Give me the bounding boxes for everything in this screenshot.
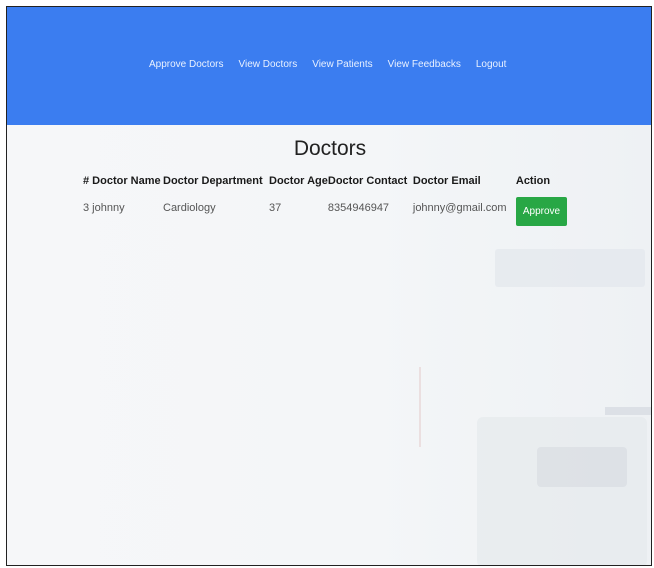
header-doctor-name: # Doctor Name xyxy=(83,175,161,187)
doctor-id-name: 3 johnny xyxy=(83,202,125,214)
doctors-table: # Doctor Name Doctor Department Doctor A… xyxy=(83,175,576,231)
nav-logout[interactable]: Logout xyxy=(476,59,507,70)
app-window: Approve Doctors View Doctors View Patien… xyxy=(6,6,652,566)
doctor-email: johnny@gmail.com xyxy=(412,202,507,214)
cell-department: Cardiology xyxy=(163,197,269,231)
background-equipment-shape xyxy=(419,367,421,447)
background-equipment-shape xyxy=(537,447,627,487)
nav-view-patients[interactable]: View Patients xyxy=(312,59,372,70)
doctor-age: 37 xyxy=(269,202,282,214)
doctor-contact: 8354946947 xyxy=(327,202,390,214)
table-header-row: # Doctor Name Doctor Department Doctor A… xyxy=(83,175,576,197)
header-doctor-contact: Doctor Contact xyxy=(327,175,408,187)
page-title: Doctors xyxy=(293,137,367,160)
header-action: Action xyxy=(515,175,551,187)
top-navbar: Approve Doctors View Doctors View Patien… xyxy=(7,7,651,125)
header-doctor-age: Doctor Age xyxy=(269,175,328,187)
nav-links: Approve Doctors View Doctors View Patien… xyxy=(149,59,506,70)
approve-button[interactable]: Approve xyxy=(515,197,568,226)
nav-view-feedbacks[interactable]: View Feedbacks xyxy=(388,59,461,70)
cell-email: johnny@gmail.com xyxy=(413,197,516,231)
background-equipment-shape xyxy=(477,417,647,565)
header-doctor-email: Doctor Email xyxy=(412,175,481,187)
nav-approve-doctors[interactable]: Approve Doctors xyxy=(149,59,223,70)
cell-contact: 8354946947 xyxy=(328,197,413,231)
table-row: 3 johnny Cardiology 37 8354946947 johnny… xyxy=(83,197,576,231)
nav-view-doctors[interactable]: View Doctors xyxy=(238,59,297,70)
background-equipment-shape xyxy=(605,407,651,415)
cell-id-name: 3 johnny xyxy=(83,197,163,231)
cell-age: 37 xyxy=(269,197,328,231)
background-equipment-shape xyxy=(495,249,645,287)
cell-action: Approve xyxy=(515,197,576,231)
doctor-department: Cardiology xyxy=(163,202,216,214)
header-doctor-department: Doctor Department xyxy=(163,175,263,187)
